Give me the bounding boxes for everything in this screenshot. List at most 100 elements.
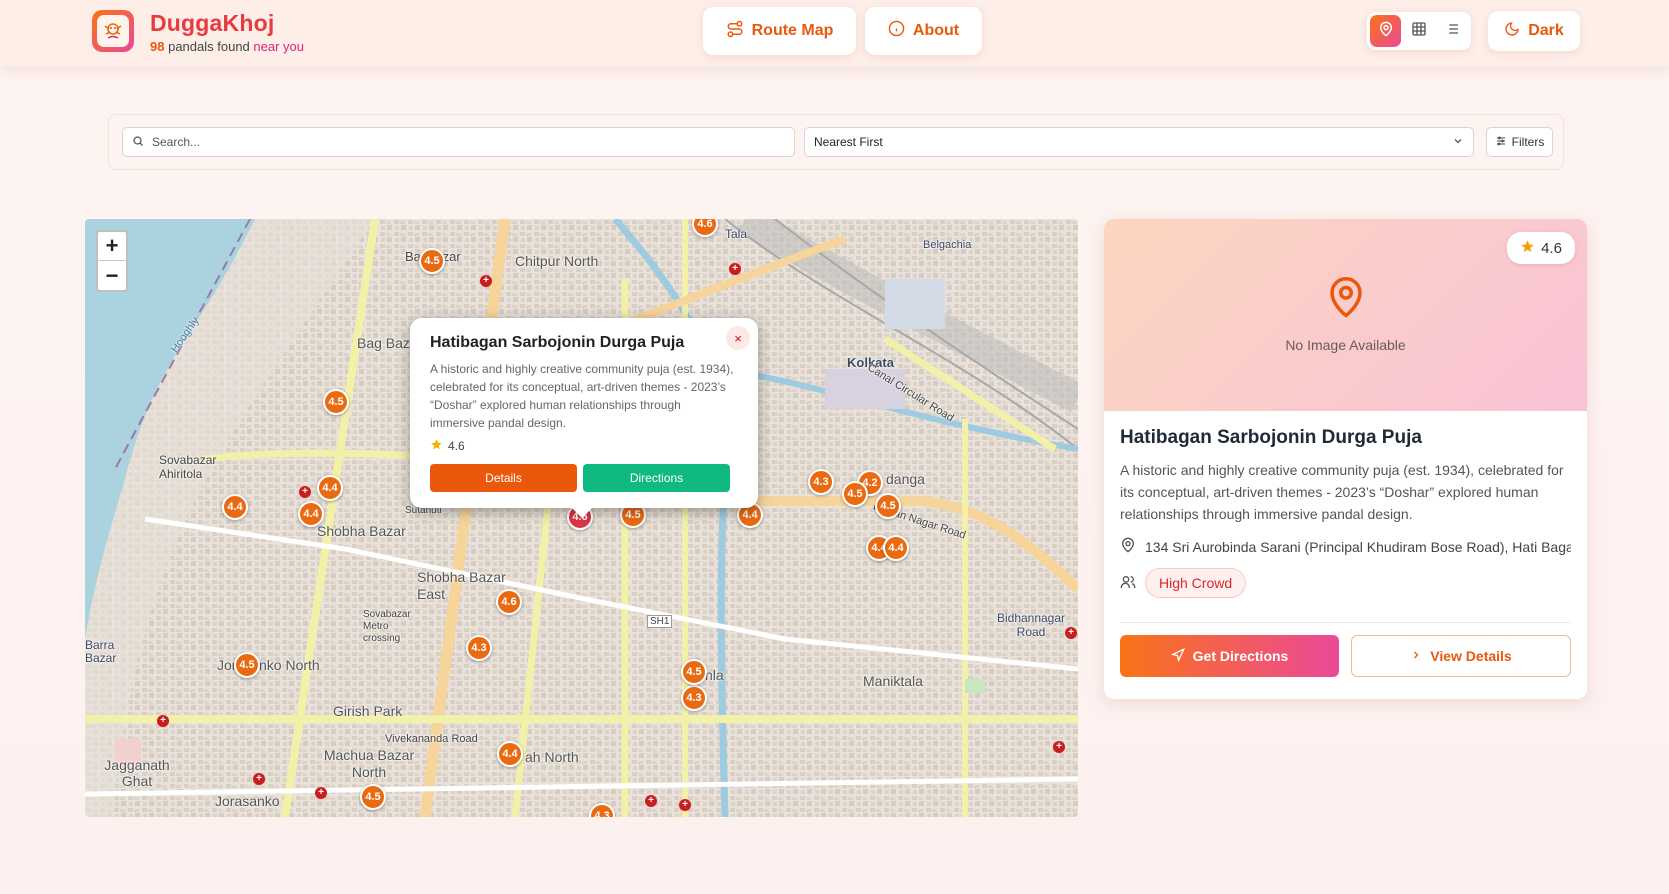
pandal-marker[interactable]: 4.5	[842, 481, 868, 507]
pandal-marker[interactable]: 4.4	[497, 741, 523, 767]
map-label: Sovabazar Metro crossing	[363, 609, 411, 644]
map-pin-icon	[1378, 21, 1394, 42]
location-icon	[1120, 537, 1136, 556]
map-label: Shobha Bazar	[317, 523, 406, 539]
map-label: nla	[705, 667, 724, 683]
pandal-count-text: 98 pandals found near you	[150, 39, 304, 54]
map-label: Girish Park	[333, 703, 403, 719]
brand-block: DuggaKhoj 98 pandals found near you	[150, 10, 304, 54]
about-button[interactable]: About	[865, 7, 982, 55]
app-logo[interactable]	[92, 10, 134, 52]
pandal-count: 98	[150, 39, 165, 54]
pandal-marker[interactable]: 4.5	[323, 389, 349, 415]
hospital-icon: +	[679, 799, 691, 811]
list-icon	[1444, 21, 1460, 42]
view-details-button[interactable]: View Details	[1351, 635, 1571, 677]
pandal-marker[interactable]: 4.5	[360, 784, 386, 810]
hospital-icon: +	[299, 486, 311, 498]
durga-logo-icon	[97, 15, 129, 47]
found-text: pandals found	[168, 39, 250, 54]
star-icon	[430, 438, 443, 454]
view-mode-toggle	[1367, 12, 1471, 50]
popup-description: A historic and highly creative community…	[430, 362, 734, 430]
map-label: Barra Bazar	[85, 638, 117, 665]
search-box	[122, 127, 795, 157]
popup-directions-button[interactable]: Directions	[583, 464, 730, 492]
app-header: DuggaKhoj 98 pandals found near you Rout…	[0, 0, 1669, 66]
map-label: Sovabazar Ahiritola	[159, 453, 217, 481]
pandal-marker[interactable]: 4.4	[298, 501, 324, 527]
info-icon	[888, 20, 905, 42]
pandal-marker[interactable]: 4.4	[317, 475, 343, 501]
hospital-icon: +	[1065, 627, 1077, 639]
map-popup: × Hatibagan Sarbojonin Durga Puja A hist…	[410, 318, 758, 518]
zoom-in-button[interactable]: +	[98, 232, 126, 261]
map-label: Chitpur North	[515, 253, 599, 269]
pandal-detail-card: 4.6 No Image Available Hatibagan Sarbojo…	[1104, 219, 1587, 699]
dark-label: Dark	[1528, 22, 1564, 39]
route-map-button[interactable]: Route Map	[703, 7, 856, 55]
map-label: Belgachia	[923, 239, 972, 251]
popup-rating-value: 4.6	[448, 439, 465, 453]
rating-badge: 4.6	[1507, 232, 1575, 264]
card-divider	[1120, 622, 1571, 623]
dark-mode-button[interactable]: Dark	[1488, 11, 1580, 51]
filters-button[interactable]: Filters	[1486, 127, 1553, 157]
card-actions: Get Directions View Details	[1120, 635, 1571, 677]
pandal-marker[interactable]: 4.4	[222, 494, 248, 520]
get-directions-label: Get Directions	[1192, 648, 1289, 664]
popup-close-button[interactable]: ×	[726, 326, 750, 350]
map-pin-icon	[1325, 275, 1367, 326]
hospital-icon: +	[729, 263, 741, 275]
pandal-marker[interactable]: 4.5	[875, 493, 901, 519]
route-icon	[726, 20, 744, 43]
hospital-icon: +	[315, 787, 327, 799]
map-label: Bidhannagar Road	[996, 611, 1066, 639]
map-view-button[interactable]	[1370, 15, 1402, 47]
pandal-marker[interactable]: 4.3	[466, 635, 492, 661]
sort-select[interactable]: Nearest First	[804, 127, 1474, 157]
card-body: Hatibagan Sarbojonin Durga Puja A histor…	[1104, 411, 1587, 693]
crowd-badge: High Crowd	[1145, 568, 1247, 598]
map-label: ah North	[525, 749, 579, 765]
rating-value: 4.6	[1541, 239, 1562, 257]
search-icon	[132, 135, 144, 150]
grid-view-button[interactable]	[1403, 15, 1434, 47]
grid-icon	[1411, 21, 1427, 42]
crowd-row: High Crowd	[1120, 568, 1571, 598]
pandal-marker[interactable]: 4.4	[883, 535, 909, 561]
pandal-marker[interactable]: 4.5	[681, 659, 707, 685]
pandal-marker[interactable]: 4.3	[808, 469, 834, 495]
map-label: Jorasanko North	[217, 657, 320, 673]
about-label: About	[912, 22, 960, 39]
pandal-map[interactable]: + − Chitpur North Bagbazar Bag Baz Sovab…	[85, 219, 1078, 817]
hospital-icon: +	[645, 795, 657, 807]
sort-value: Nearest First	[814, 135, 883, 149]
pandal-marker[interactable]: 4.5	[419, 248, 445, 274]
popup-actions: Details Directions	[430, 464, 738, 492]
map-label: Jagganath Ghat	[104, 757, 170, 789]
search-input[interactable]	[152, 135, 752, 149]
chevron-right-icon	[1410, 648, 1422, 664]
pandal-marker[interactable]: 4.3	[681, 685, 707, 711]
popup-rating: 4.6	[430, 438, 738, 454]
address-row: 134 Sri Aurobinda Sarani (Principal Khud…	[1120, 537, 1571, 556]
zoom-out-button[interactable]: −	[98, 261, 126, 290]
map-label: Bag Baz	[357, 335, 410, 351]
pandal-marker[interactable]: 4.6	[496, 589, 522, 615]
pandal-marker[interactable]: 4.5	[234, 652, 260, 678]
list-view-button[interactable]	[1437, 15, 1468, 47]
route-map-label: Route Map	[751, 22, 834, 39]
get-directions-button[interactable]: Get Directions	[1120, 635, 1339, 677]
map-label: Tala	[725, 227, 748, 241]
popup-details-button[interactable]: Details	[430, 464, 577, 492]
map-label: Machua Bazar North	[323, 747, 415, 780]
card-image-placeholder: 4.6 No Image Available	[1104, 219, 1587, 411]
card-address: 134 Sri Aurobinda Sarani (Principal Khud…	[1145, 538, 1571, 555]
hospital-icon: +	[253, 773, 265, 785]
hospital-icon: +	[157, 715, 169, 727]
navigation-icon	[1170, 647, 1185, 665]
search-panel: Nearest First Filters	[108, 114, 1564, 170]
map-label: Maniktala	[863, 673, 923, 689]
hospital-icon: +	[1053, 741, 1065, 753]
